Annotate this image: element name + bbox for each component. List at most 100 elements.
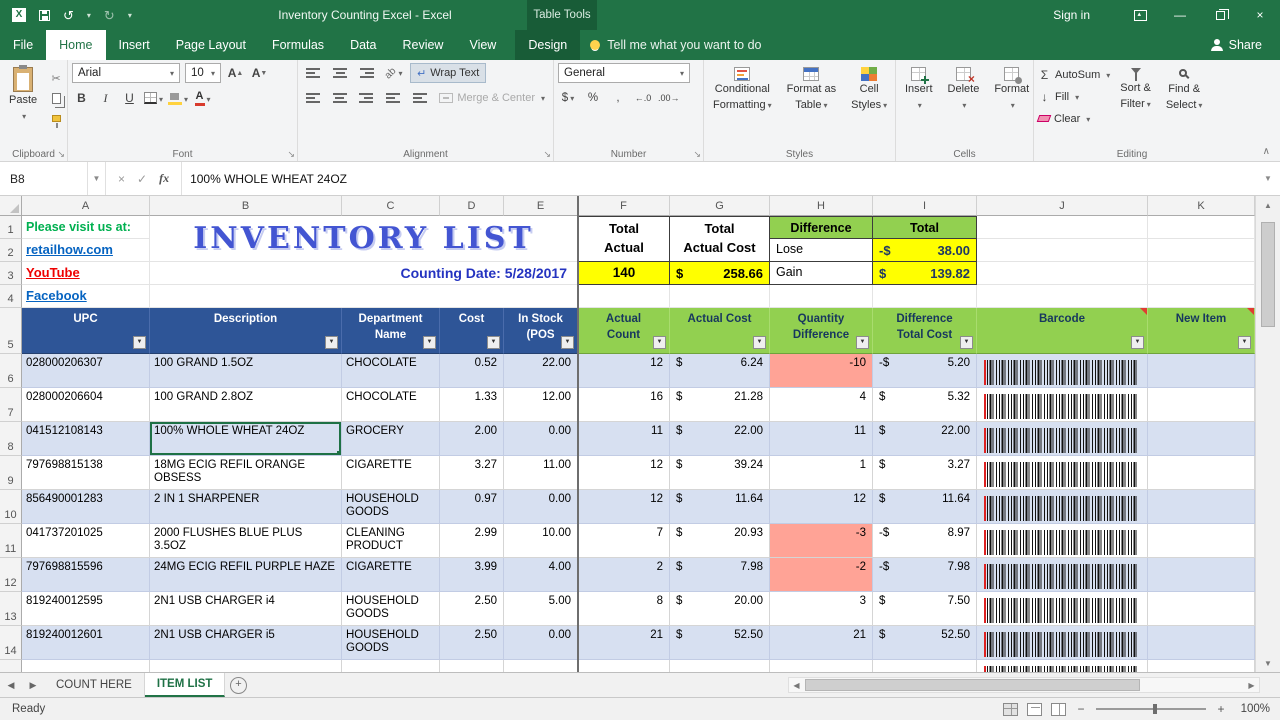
cell-empty[interactable] [578, 285, 670, 308]
cell-cost[interactable]: 3.99 [440, 558, 504, 592]
cell-cost[interactable]: 2.00 [440, 422, 504, 456]
cell-qty-difference[interactable]: -3 [770, 524, 873, 558]
cell-upc[interactable]: 819240012595 [22, 592, 150, 626]
zoom-in-button[interactable] [1215, 702, 1227, 716]
filter-button[interactable] [325, 336, 338, 349]
cell-link-retailhow[interactable]: retailhow.com [22, 239, 150, 262]
undo-caret-icon[interactable]: ▾ [87, 11, 91, 20]
row-header-8[interactable]: 8 [0, 422, 22, 456]
cell-actual-cost[interactable]: $21.28 [670, 388, 770, 422]
cell-link-facebook[interactable]: Facebook [22, 285, 150, 308]
cell-barcode[interactable] [977, 354, 1148, 388]
excel-app-icon[interactable] [12, 8, 26, 22]
column-header-f[interactable]: F [578, 196, 670, 216]
cell-actual-cost[interactable]: $52.50 [670, 626, 770, 660]
col-header-barcode[interactable]: Barcode [977, 308, 1148, 354]
cell-new-item[interactable] [1148, 490, 1255, 524]
cell-total-actual-cost-label[interactable]: Total Actual Cost [670, 216, 770, 262]
row-header-10[interactable]: 10 [0, 490, 22, 524]
cell-qty-difference[interactable]: -2 [770, 558, 873, 592]
cell-barcode[interactable] [977, 524, 1148, 558]
cell-barcode[interactable] [977, 388, 1148, 422]
row-header-1[interactable]: 1 [0, 216, 22, 239]
merge-center-button[interactable]: Merge & Center [435, 88, 549, 108]
tab-review[interactable]: Review [389, 30, 456, 60]
column-header-j[interactable]: J [977, 196, 1148, 216]
cell-qty-difference[interactable] [770, 660, 873, 672]
cell-qty-difference[interactable]: 12 [770, 490, 873, 524]
accounting-format-button[interactable]: $ [558, 88, 578, 108]
conditional-formatting-button[interactable]: Conditional Formatting [708, 63, 777, 113]
cell-department[interactable]: GROCERY [342, 422, 440, 456]
cell-department[interactable]: HOUSEHOLD GOODS [342, 592, 440, 626]
comma-style-button[interactable]: , [608, 88, 628, 108]
col-header-qty-difference[interactable]: Quantity Difference [770, 308, 873, 354]
name-box-caret-icon[interactable]: ▼ [88, 162, 106, 195]
delete-cells-button[interactable]: Delete [943, 63, 985, 113]
cell-qty-difference[interactable]: 21 [770, 626, 873, 660]
sheet-tab-item-list[interactable]: ITEM LIST [144, 673, 226, 697]
cell-actual-cost[interactable]: $11.64 [670, 490, 770, 524]
cell-actual-cost[interactable]: $39.24 [670, 456, 770, 490]
cell-barcode[interactable] [977, 490, 1148, 524]
fill-button[interactable]: ↓ Fill [1038, 87, 1110, 106]
close-button[interactable]: × [1240, 0, 1280, 30]
col-header-description[interactable]: Description [150, 308, 342, 354]
row-header-7[interactable]: 7 [0, 388, 22, 422]
bold-button[interactable]: B [72, 88, 91, 108]
italic-button[interactable]: I [96, 88, 115, 108]
cell-instock[interactable]: 12.00 [504, 388, 578, 422]
cell-upc[interactable]: 797698815596 [22, 558, 150, 592]
name-box[interactable]: B8 [0, 162, 88, 195]
cell-actual-cost[interactable]: $6.24 [670, 354, 770, 388]
cell-cost[interactable]: 1.33 [440, 388, 504, 422]
horizontal-scroll-thumb[interactable] [805, 679, 1140, 691]
cell-actual-count[interactable]: 12 [578, 490, 670, 524]
filter-button[interactable] [423, 336, 436, 349]
cell-diff-total-cost[interactable]: -$ 5.20 [873, 354, 977, 388]
cell-total-label[interactable]: Total [873, 216, 977, 239]
page-layout-view-button[interactable] [1027, 702, 1042, 716]
cell-empty[interactable] [1148, 285, 1255, 308]
cell-inventory-list-title[interactable]: INVENTORY LIST [150, 216, 578, 262]
cell-description[interactable]: 18MG ECIG REFIL ORANGE OBSESS [150, 456, 342, 490]
cell-new-item[interactable] [1148, 626, 1255, 660]
autosum-button[interactable]: Σ AutoSum [1038, 65, 1110, 84]
cell-instock[interactable] [504, 660, 578, 672]
fill-color-button[interactable] [168, 88, 188, 108]
scroll-up-icon[interactable] [1256, 196, 1280, 214]
cell-diff-total-cost[interactable]: $22.00 [873, 422, 977, 456]
cell-instock[interactable]: 5.00 [504, 592, 578, 626]
align-bottom-button[interactable] [356, 63, 378, 83]
col-header-actual-count[interactable]: Actual Count [578, 308, 670, 354]
zoom-out-button[interactable] [1075, 702, 1087, 716]
filter-button[interactable] [653, 336, 666, 349]
cell-diff-total-cost[interactable]: $7.50 [873, 592, 977, 626]
font-color-button[interactable]: A [193, 88, 212, 108]
cell-new-item[interactable] [1148, 592, 1255, 626]
row-header-12[interactable]: 12 [0, 558, 22, 592]
cell-instock[interactable]: 4.00 [504, 558, 578, 592]
col-header-department[interactable]: Department Name [342, 308, 440, 354]
share-button[interactable]: Share [1210, 30, 1280, 60]
tab-insert[interactable]: Insert [106, 30, 163, 60]
cell-styles-button[interactable]: Cell Styles [846, 63, 892, 113]
format-cells-button[interactable]: Format [989, 63, 1034, 113]
cell-barcode[interactable] [977, 558, 1148, 592]
column-header-k[interactable]: K [1148, 196, 1255, 216]
cell-instock[interactable]: 22.00 [504, 354, 578, 388]
cell-instock[interactable]: 10.00 [504, 524, 578, 558]
decrease-font-button[interactable]: A ▼ [250, 63, 269, 83]
scroll-left-icon[interactable] [789, 678, 804, 692]
cell-upc[interactable]: 856490001283 [22, 490, 150, 524]
cell-new-item[interactable] [1148, 354, 1255, 388]
cell-barcode[interactable] [977, 422, 1148, 456]
scroll-down-icon[interactable] [1256, 654, 1280, 672]
percent-style-button[interactable]: % [583, 88, 603, 108]
paste-button[interactable]: Paste [4, 63, 42, 126]
cell-description[interactable]: 2N1 USB CHARGER i5 [150, 626, 342, 660]
row-header-6[interactable]: 6 [0, 354, 22, 388]
align-middle-button[interactable] [329, 63, 351, 83]
tab-data[interactable]: Data [337, 30, 389, 60]
cell-qty-difference[interactable]: 1 [770, 456, 873, 490]
